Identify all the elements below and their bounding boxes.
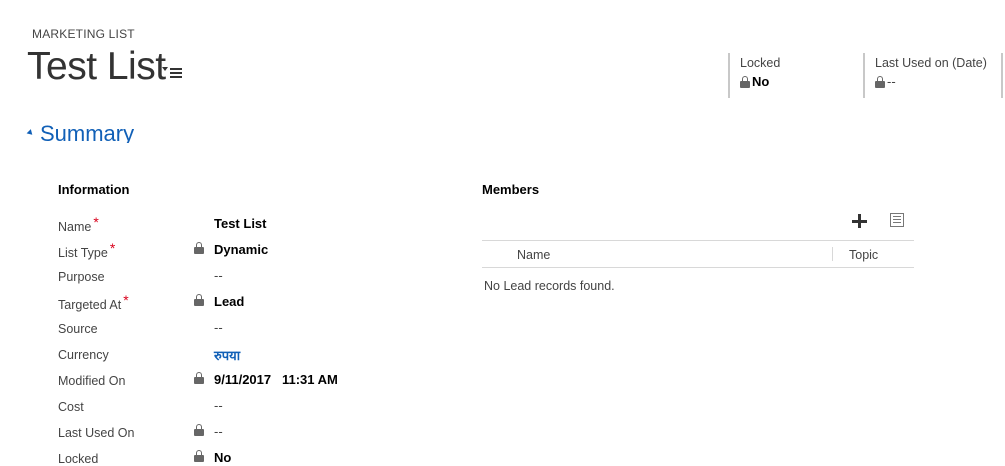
header-field-last-used: Last Used on (Date) --	[863, 53, 1003, 98]
required-marker: *	[109, 240, 116, 256]
record-title: Test List	[27, 45, 166, 88]
field-label: Name	[58, 220, 92, 234]
field-label: Cost	[58, 400, 84, 414]
field-value: 9/11/2017 11:31 AM	[214, 372, 338, 387]
field-value[interactable]: --	[214, 320, 223, 335]
grid-empty-message: No Lead records found.	[484, 279, 615, 293]
members-toolbar	[846, 210, 916, 232]
header-field-value: --	[887, 74, 896, 89]
lock-icon	[194, 450, 204, 462]
field-label: Source	[58, 322, 98, 336]
field-label: List Type	[58, 246, 108, 260]
header-field-label: Locked	[740, 56, 781, 70]
field-name[interactable]: Name * Test List	[58, 214, 378, 234]
lock-icon	[875, 75, 885, 88]
add-icon[interactable]	[851, 213, 867, 229]
field-value: Lead	[214, 294, 245, 309]
lock-icon	[194, 242, 204, 254]
field-value[interactable]: --	[214, 398, 223, 413]
section-title-summary[interactable]: Summary	[40, 117, 134, 143]
field-value: Dynamic	[214, 242, 269, 257]
entity-type-label: MARKETING LIST	[32, 27, 135, 41]
header-field-locked: Locked No	[728, 53, 858, 98]
required-marker: *	[123, 292, 129, 308]
section-collapse-icon[interactable]	[26, 129, 35, 137]
field-label: Last Used On	[58, 426, 135, 440]
header-field-value: No	[752, 74, 770, 89]
field-list-type: List Type * Dynamic	[58, 240, 378, 260]
header-field-label: Last Used on (Date)	[875, 56, 987, 70]
lock-icon	[194, 372, 204, 384]
field-label: Currency	[58, 348, 109, 362]
column-header-topic[interactable]: Topic	[849, 248, 878, 262]
section-title-text: Summary	[40, 121, 135, 143]
field-currency[interactable]: Currency रुपया	[58, 344, 378, 364]
field-last-used-on: Last Used On --	[58, 422, 378, 442]
title-menu-icon[interactable]	[162, 66, 184, 80]
required-marker: *	[93, 214, 99, 230]
field-purpose[interactable]: Purpose --	[58, 266, 378, 286]
column-divider[interactable]	[832, 247, 833, 261]
field-locked: Locked No	[58, 448, 378, 466]
information-heading: Information	[58, 182, 130, 197]
currency-link[interactable]: रुपया	[214, 346, 240, 364]
field-targeted-at: Targeted At * Lead	[58, 292, 378, 312]
field-source[interactable]: Source --	[58, 318, 378, 338]
field-label: Locked	[58, 452, 99, 466]
lock-icon	[194, 424, 204, 436]
field-cost[interactable]: Cost --	[58, 396, 378, 416]
field-label: Targeted At	[58, 298, 122, 312]
column-header-name[interactable]: Name	[517, 248, 550, 262]
field-label: Modified On	[58, 374, 126, 388]
field-value[interactable]: Test List	[214, 216, 267, 231]
members-grid-header: Name Topic	[482, 240, 914, 268]
field-value[interactable]: --	[214, 268, 223, 283]
members-heading: Members	[482, 182, 540, 197]
field-value: --	[214, 424, 223, 439]
lock-icon	[194, 294, 204, 306]
field-label: Purpose	[58, 270, 105, 284]
grid-view-icon[interactable]	[890, 213, 904, 227]
lock-icon	[740, 75, 750, 88]
field-value: No	[214, 450, 232, 465]
field-modified-on: Modified On 9/11/2017 11:31 AM	[58, 370, 378, 390]
